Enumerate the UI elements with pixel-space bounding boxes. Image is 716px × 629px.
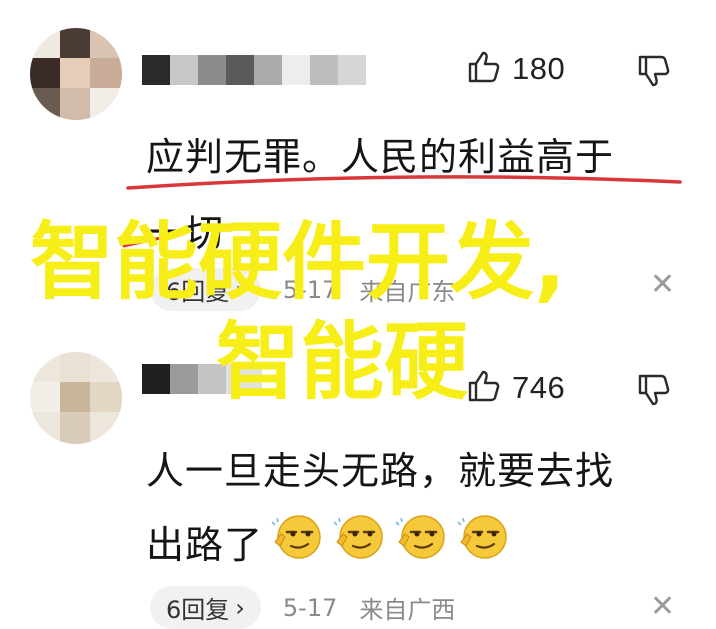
smug-emoji-icon (393, 512, 451, 578)
comment-text-line: 出路了 (146, 523, 264, 567)
comment-text-row: 出路了 (146, 512, 614, 578)
smug-emoji-icon (455, 512, 513, 578)
overlay-title-line2: 智能硬 (216, 313, 469, 411)
username-redacted[interactable] (142, 55, 366, 85)
chevron-right-icon: › (235, 593, 245, 622)
thumbs-up-icon (466, 49, 502, 89)
overlay-title-line1: 智能硬件开发, (30, 213, 566, 311)
close-icon[interactable]: ✕ (650, 592, 675, 622)
like-button[interactable]: 180 (466, 49, 565, 89)
dislike-button[interactable] (636, 53, 672, 93)
avatar[interactable] (30, 28, 122, 120)
reply-button[interactable]: 6回复 › (150, 586, 261, 629)
reply-count: 6回复 (166, 596, 230, 624)
dislike-button[interactable] (636, 372, 672, 412)
thumbs-up-icon (466, 368, 502, 408)
emoji-group (269, 512, 513, 578)
thumbs-down-icon (636, 374, 672, 412)
like-button[interactable]: 746 (466, 368, 565, 408)
like-count: 746 (512, 370, 566, 405)
comment-text: 人一旦走头无路，就要去找 出路了 (146, 442, 614, 578)
smug-emoji-icon (331, 512, 389, 578)
thumbs-down-icon (636, 55, 672, 93)
avatar[interactable] (30, 352, 122, 444)
comment-meta: 6回复 › 5-17 来自广西 (150, 586, 455, 629)
like-count: 180 (512, 51, 566, 86)
comment-location: 来自广西 (359, 596, 456, 624)
comment-text-line: 人一旦走头无路，就要去找 (146, 449, 615, 493)
comment-date: 5-17 (282, 593, 338, 622)
close-icon[interactable]: ✕ (650, 270, 675, 300)
smug-emoji-icon (269, 512, 327, 578)
